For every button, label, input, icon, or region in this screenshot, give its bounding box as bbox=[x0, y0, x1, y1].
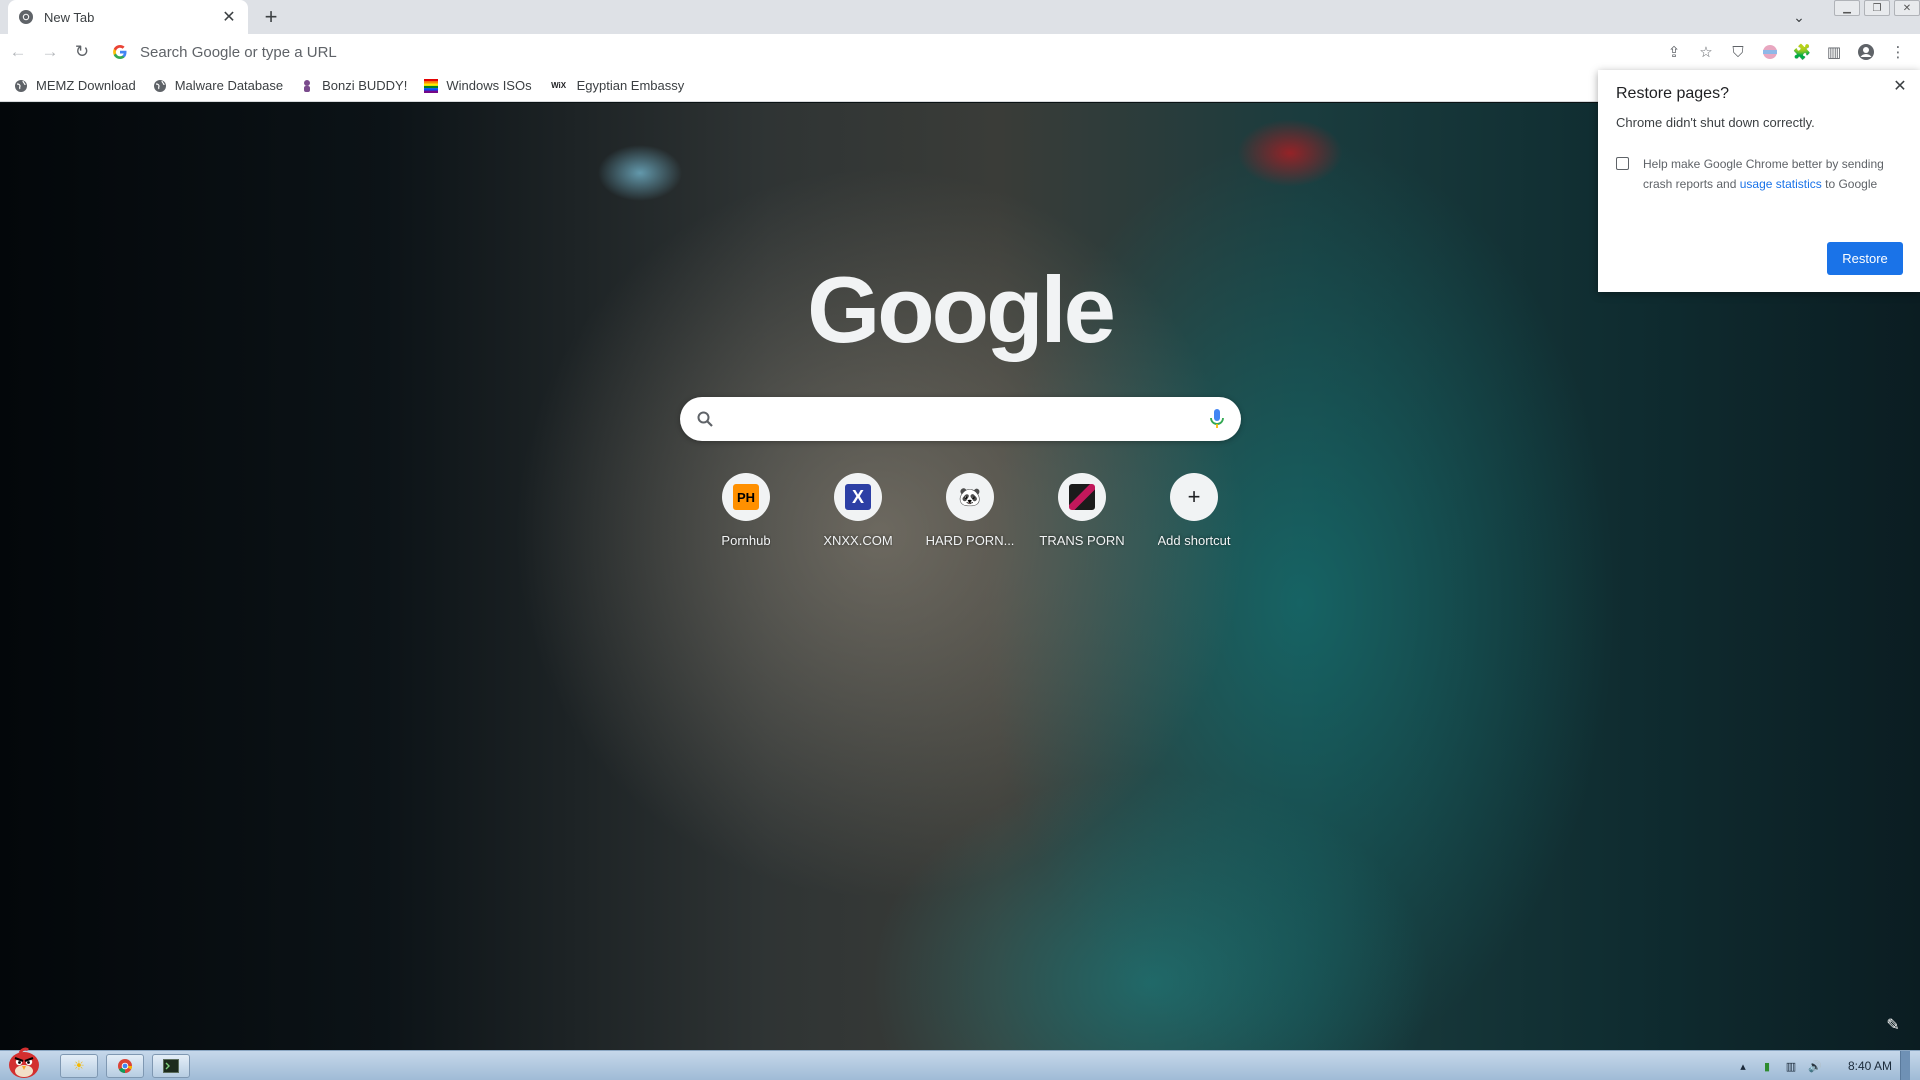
share-icon[interactable]: ⇪ bbox=[1658, 38, 1690, 66]
restore-button[interactable]: Restore bbox=[1827, 242, 1903, 275]
toolbar: ← → ↻ ⇪ ☆ ⛉ 🧩 ▥ ⋮ bbox=[0, 34, 1920, 70]
realbox[interactable] bbox=[680, 397, 1241, 441]
bookmark-label: Windows ISOs bbox=[446, 78, 532, 93]
shortcut-hard-porn[interactable]: 🐼 HARD PORN... bbox=[914, 473, 1026, 548]
sun-icon: ☀ bbox=[73, 1058, 85, 1073]
shortcut-label: TRANS PORN bbox=[1039, 533, 1125, 548]
taskbar-app-chrome[interactable] bbox=[106, 1054, 144, 1078]
tab-new-tab[interactable]: New Tab ✕ bbox=[8, 0, 248, 34]
restore-title: Restore pages? bbox=[1616, 85, 1729, 102]
system-tray: ▴ ▮ ▥ 🔊 8:40 AM bbox=[1734, 1051, 1910, 1080]
plus-icon: + bbox=[1187, 484, 1201, 509]
reload-icon[interactable]: ↻ bbox=[68, 38, 96, 66]
tab-search-chevron-icon[interactable]: ⌄ bbox=[1788, 6, 1810, 28]
bookmark-label: Bonzi BUDDY! bbox=[322, 78, 408, 93]
chrome-icon bbox=[18, 9, 34, 25]
bookmark-label: Egyptian Embassy bbox=[576, 78, 685, 93]
omnibox-input[interactable] bbox=[140, 43, 1040, 61]
side-panel-icon[interactable]: ▥ bbox=[1818, 38, 1850, 66]
close-icon[interactable]: ✕ bbox=[1890, 76, 1910, 96]
network-icon[interactable]: ▥ bbox=[1782, 1057, 1800, 1075]
shortcut-label: Add shortcut bbox=[1157, 533, 1231, 548]
show-desktop-button[interactable] bbox=[1900, 1051, 1910, 1080]
restore-message: Chrome didn't shut down correctly. bbox=[1616, 115, 1815, 130]
extensions-puzzle-icon[interactable]: 🧩 bbox=[1786, 38, 1818, 66]
tab-close-icon[interactable]: ✕ bbox=[220, 8, 238, 26]
battery-icon[interactable]: ▮ bbox=[1758, 1057, 1776, 1075]
microphone-icon[interactable] bbox=[1209, 408, 1225, 430]
window-controls: ▁ ❐ ✕ bbox=[1830, 0, 1920, 18]
volume-icon[interactable]: 🔊 bbox=[1806, 1057, 1824, 1075]
shortcut-label: XNXX.COM bbox=[823, 533, 893, 548]
google-g-icon bbox=[112, 44, 128, 60]
bookmark-label: MEMZ Download bbox=[36, 78, 136, 93]
shortcut-tile: X bbox=[834, 473, 882, 521]
restore-pages-bubble: ✕ Restore pages? Chrome didn't shut down… bbox=[1598, 70, 1920, 292]
shortcut-trans-porn[interactable]: TRANS PORN bbox=[1026, 473, 1138, 548]
new-tab-button[interactable]: + bbox=[258, 4, 284, 30]
terminal-icon bbox=[163, 1059, 179, 1073]
minimize-button[interactable]: ▁ bbox=[1834, 0, 1860, 16]
search-icon bbox=[696, 410, 714, 428]
restore-window-button[interactable]: ❐ bbox=[1864, 0, 1890, 16]
xnxx-icon: X bbox=[845, 484, 871, 510]
shortcut-tile: 🐼 bbox=[946, 473, 994, 521]
forward-arrow-icon[interactable]: → bbox=[36, 38, 64, 66]
pornhub-icon: PH bbox=[733, 484, 759, 510]
taskbar: ☀ ▴ ▮ ▥ 🔊 8:40 AM bbox=[0, 1047, 1920, 1080]
globe-icon bbox=[14, 79, 28, 93]
bookmark-windows-isos[interactable]: Windows ISOs bbox=[424, 78, 532, 93]
search-input[interactable] bbox=[728, 410, 1209, 428]
bookmark-memz-download[interactable]: MEMZ Download bbox=[14, 78, 136, 93]
panda-icon: 🐼 bbox=[958, 486, 982, 507]
help-suffix: to Google bbox=[1825, 177, 1878, 191]
omnibox[interactable] bbox=[112, 38, 1642, 66]
usage-statistics-link[interactable]: usage statistics bbox=[1740, 177, 1822, 191]
shortcut-add[interactable]: + Add shortcut bbox=[1138, 473, 1250, 548]
wix-icon: WiX bbox=[551, 81, 567, 90]
customize-pencil-icon[interactable]: ✎ bbox=[1880, 1012, 1906, 1038]
taskbar-app-sun[interactable]: ☀ bbox=[60, 1054, 98, 1078]
bookmark-malware-database[interactable]: Malware Database bbox=[153, 78, 283, 93]
shortcut-label: HARD PORN... bbox=[925, 533, 1015, 548]
shortcut-pornhub[interactable]: PH Pornhub bbox=[690, 473, 802, 548]
bookmark-label: Malware Database bbox=[174, 78, 284, 93]
bookmark-star-icon[interactable]: ☆ bbox=[1690, 38, 1722, 66]
crash-report-checkbox[interactable] bbox=[1616, 157, 1629, 170]
chrome-icon bbox=[118, 1059, 133, 1074]
bookmark-bonzi-buddy[interactable]: Bonzi BUDDY! bbox=[300, 78, 407, 93]
shortcut-xnxx[interactable]: X XNXX.COM bbox=[802, 473, 914, 548]
rainbow-icon bbox=[424, 78, 439, 93]
shortcut-label: Pornhub bbox=[721, 533, 771, 548]
shortcut-tile: + bbox=[1170, 473, 1218, 521]
bookmark-egyptian-embassy[interactable]: WiX Egyptian Embassy bbox=[549, 78, 685, 93]
trans-porn-icon bbox=[1069, 484, 1095, 510]
close-window-button[interactable]: ✕ bbox=[1894, 0, 1920, 16]
clock[interactable]: 8:40 AM bbox=[1848, 1059, 1892, 1073]
tab-strip: New Tab ✕ + ⌄ ▁ ❐ ✕ bbox=[0, 0, 1920, 34]
taskbar-app-terminal[interactable] bbox=[152, 1054, 190, 1078]
tray-expand-icon[interactable]: ▴ bbox=[1734, 1057, 1752, 1075]
start-button[interactable] bbox=[0, 1045, 48, 1080]
shortcut-tile: PH bbox=[722, 473, 770, 521]
google-logo: Google bbox=[800, 257, 1120, 362]
profile-avatar-icon[interactable] bbox=[1850, 38, 1882, 66]
bonzi-icon bbox=[300, 79, 314, 93]
shield-extension-icon[interactable]: ⛉ bbox=[1722, 38, 1754, 66]
angry-bird-icon bbox=[9, 1047, 39, 1078]
toolbar-actions: ⇪ ☆ ⛉ 🧩 ▥ ⋮ bbox=[1658, 38, 1914, 66]
shortcuts-grid: PH Pornhub X XNXX.COM 🐼 HARD PORN... TRA… bbox=[690, 473, 1250, 548]
tab-title: New Tab bbox=[44, 9, 95, 25]
menu-kebab-icon[interactable]: ⋮ bbox=[1882, 38, 1914, 66]
crash-report-help: Help make Google Chrome better by sendin… bbox=[1643, 154, 1893, 194]
google-logo-text: Google bbox=[807, 257, 1116, 362]
back-arrow-icon[interactable]: ← bbox=[4, 38, 32, 66]
shortcut-tile bbox=[1058, 473, 1106, 521]
extension-orb-icon[interactable] bbox=[1754, 38, 1786, 66]
globe-icon bbox=[153, 79, 167, 93]
